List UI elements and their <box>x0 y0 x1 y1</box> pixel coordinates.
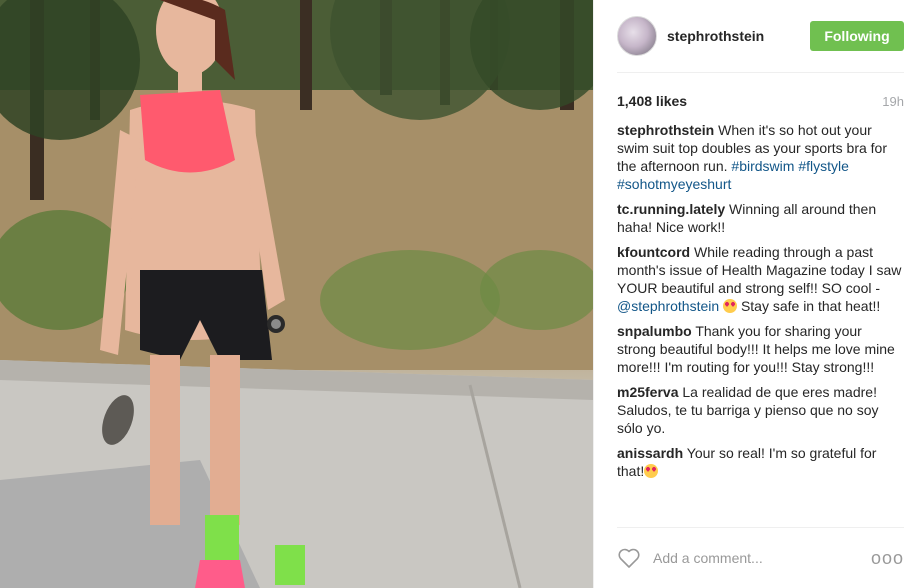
more-options-icon[interactable]: ooo <box>871 548 904 569</box>
post-time[interactable]: 19h <box>882 94 904 109</box>
comment-input[interactable] <box>651 549 871 567</box>
photo-illustration <box>0 0 593 588</box>
comment-username[interactable]: snpalumbo <box>617 323 692 339</box>
avatar[interactable] <box>617 16 657 56</box>
post-photo[interactable] <box>0 0 593 588</box>
comment-item: anissardh Your so real! I'm so grateful … <box>617 444 904 480</box>
post-sidebar: stephrothstein Following 1,408 likes 19h… <box>593 0 921 588</box>
comment-item: tc.running.lately Winning all around the… <box>617 200 904 236</box>
likes-count[interactable]: 1,408 likes <box>617 93 687 109</box>
instagram-post: stephrothstein Following 1,408 likes 19h… <box>0 0 921 588</box>
comment-item: kfountcord While reading through a past … <box>617 243 904 315</box>
hashtag-link[interactable]: #sohotmyeyeshurt <box>617 176 731 192</box>
post-meta: 1,408 likes 19h <box>617 73 904 121</box>
heart-icon[interactable] <box>617 547 641 569</box>
username-link[interactable]: stephrothstein <box>667 28 810 44</box>
mention-link[interactable]: @stephrothstein <box>617 298 719 314</box>
comment-username[interactable]: m25ferva <box>617 384 679 400</box>
comment-text: Stay safe in that heat!! <box>740 298 881 314</box>
comment-username[interactable]: stephrothstein <box>617 122 714 138</box>
hashtag-link[interactable]: #flystyle <box>798 158 849 174</box>
comment-item: m25ferva La realidad de que eres madre! … <box>617 383 904 437</box>
caption: stephrothstein When it's so hot out your… <box>617 121 904 193</box>
post-header: stephrothstein Following <box>617 0 904 73</box>
comment-list: stephrothstein When it's so hot out your… <box>617 121 904 480</box>
following-button[interactable]: Following <box>810 21 904 51</box>
heart-eyes-emoji-icon <box>644 464 659 478</box>
comment-username[interactable]: tc.running.lately <box>617 201 725 217</box>
heart-eyes-emoji-icon <box>723 299 738 313</box>
comment-username[interactable]: anissardh <box>617 445 683 461</box>
comment-footer: ooo <box>617 527 904 588</box>
comment-username[interactable]: kfountcord <box>617 244 690 260</box>
hashtag-link[interactable]: #birdswim <box>731 158 794 174</box>
comment-item: snpalumbo Thank you for sharing your str… <box>617 322 904 376</box>
